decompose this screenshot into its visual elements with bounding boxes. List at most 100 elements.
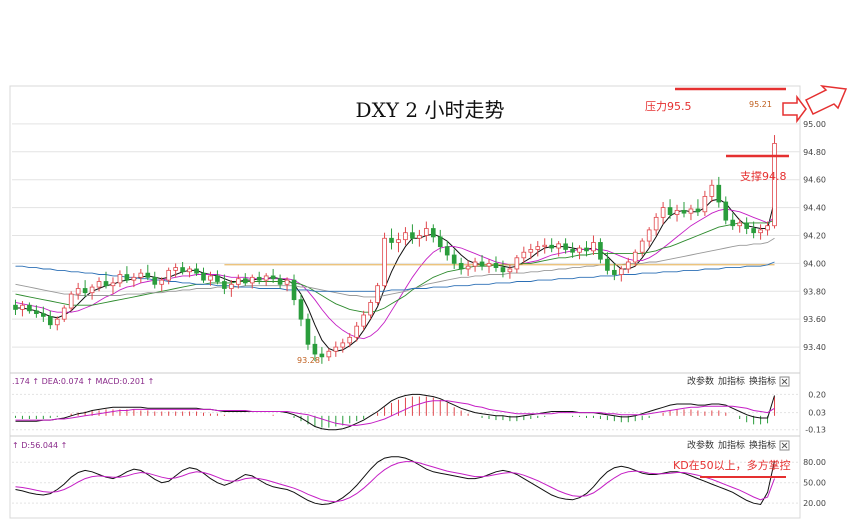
- candle-body: [549, 244, 554, 249]
- candle-body: [605, 258, 610, 271]
- candle-body: [535, 246, 541, 250]
- kdj-edit-params-button[interactable]: 改参数: [687, 439, 714, 451]
- candle-body: [187, 268, 192, 273]
- candle-body: [312, 343, 318, 355]
- candle-body: [75, 288, 81, 295]
- candle-body: [688, 208, 694, 214]
- candle-body: [660, 207, 666, 218]
- candle-body: [437, 236, 443, 248]
- candle: [68, 291, 74, 311]
- candle-body: [382, 237, 387, 287]
- candle-body: [180, 267, 185, 273]
- candle-body: [368, 302, 373, 316]
- candle-body: [340, 342, 346, 348]
- candle-body: [89, 286, 95, 294]
- macd-axis-ticks: 0.20 0.03 -0.13: [805, 390, 826, 434]
- candle-body: [737, 222, 743, 227]
- candle-body: [765, 225, 770, 231]
- price-tick-label: 94.60: [803, 176, 826, 185]
- candle-body: [625, 261, 631, 270]
- candle-body: [20, 304, 25, 310]
- support-label: 支撑94.8: [740, 169, 787, 183]
- macd-tick-label: 0.20: [808, 390, 826, 399]
- candle-body: [117, 274, 123, 284]
- price-tick-label: 95.00: [803, 120, 826, 129]
- price-axis-ticks: 95.00 94.80 94.60 94.40 94.20 94.00 93.80 93.60…: [803, 120, 826, 352]
- candle-body: [758, 229, 763, 234]
- candle-body: [619, 268, 624, 275]
- kdj-close-icon[interactable]: [779, 440, 790, 451]
- candle-body: [695, 208, 701, 213]
- candle-body: [639, 240, 645, 253]
- candle-body: [716, 184, 722, 203]
- candle-body: [68, 293, 74, 309]
- candle-body: [208, 275, 213, 281]
- candle-body: [667, 207, 673, 215]
- candle-body: [396, 239, 401, 243]
- candle-body: [417, 235, 422, 239]
- macd-add-indicator-button[interactable]: 加指标: [718, 375, 745, 387]
- candle-body: [479, 261, 485, 267]
- candle-body: [458, 262, 464, 270]
- candle-body: [333, 346, 339, 352]
- macd-toolbar: 改参数 加指标 换指标: [687, 375, 790, 387]
- candle-body: [612, 269, 617, 275]
- candle-body: [222, 281, 227, 289]
- candle-body: [361, 314, 366, 327]
- chart-title: DXY 2 小时走势: [356, 98, 505, 122]
- candle-body: [34, 310, 39, 314]
- price-tick-label: 94.20: [803, 231, 826, 240]
- arrow-up-right-icon: [804, 84, 848, 115]
- candle-body: [61, 307, 67, 320]
- candle-body: [215, 275, 220, 282]
- candle-body: [256, 276, 262, 281]
- candle-body: [389, 237, 394, 243]
- candle-body: [632, 251, 638, 263]
- macd-switch-indicator-button[interactable]: 换指标: [749, 375, 776, 387]
- candle-body: [570, 249, 575, 253]
- price-tick-label: 94.80: [803, 148, 826, 157]
- kdj-tick-label: 80.00: [803, 458, 826, 467]
- price-tick-label: 93.60: [803, 315, 826, 324]
- candle-body: [229, 283, 234, 289]
- candle-body: [249, 276, 255, 284]
- candle-body: [702, 196, 708, 213]
- candle-body: [591, 242, 596, 252]
- macd-edit-params-button[interactable]: 改参数: [687, 375, 714, 387]
- candle-body: [709, 184, 715, 197]
- candle-body: [145, 272, 151, 278]
- kdj-annotation: KD在50以上，多方掌控: [673, 458, 791, 472]
- candle-body: [124, 274, 130, 281]
- candle-body: [159, 279, 165, 285]
- candle-body: [347, 336, 353, 344]
- candle-body: [730, 219, 736, 227]
- candle-body: [41, 313, 46, 317]
- candle-body: [521, 251, 527, 259]
- candle-body: [723, 201, 729, 221]
- high-price-label: 95.21: [749, 100, 772, 109]
- macd-tick-label: -0.13: [805, 426, 826, 435]
- candle-body: [646, 229, 652, 242]
- candle-body: [354, 325, 360, 338]
- kdj-axis-ticks: 80.00 50.00 20.00: [803, 458, 826, 508]
- kdj-add-indicator-button[interactable]: 加指标: [718, 439, 745, 451]
- candle-body: [82, 288, 88, 294]
- candle-body: [410, 232, 415, 239]
- candle-body: [375, 285, 380, 303]
- candle-body: [270, 275, 276, 280]
- price-tick-label: 93.80: [803, 287, 826, 296]
- macd-tick-label: 0.03: [808, 409, 826, 418]
- candle-body: [166, 269, 171, 281]
- candle-body: [173, 267, 178, 271]
- low-price-label: 93.28: [297, 356, 320, 365]
- kdj-switch-indicator-button[interactable]: 换指标: [749, 439, 776, 451]
- candle: [375, 282, 380, 306]
- candle-body: [584, 247, 589, 252]
- candle-body: [13, 304, 18, 310]
- chart-frame: [9, 85, 801, 519]
- candle-body: [242, 278, 248, 284]
- candle-body: [319, 353, 325, 358]
- candle-body: [653, 216, 659, 231]
- macd-close-icon[interactable]: [779, 376, 790, 387]
- candle-body: [284, 279, 290, 285]
